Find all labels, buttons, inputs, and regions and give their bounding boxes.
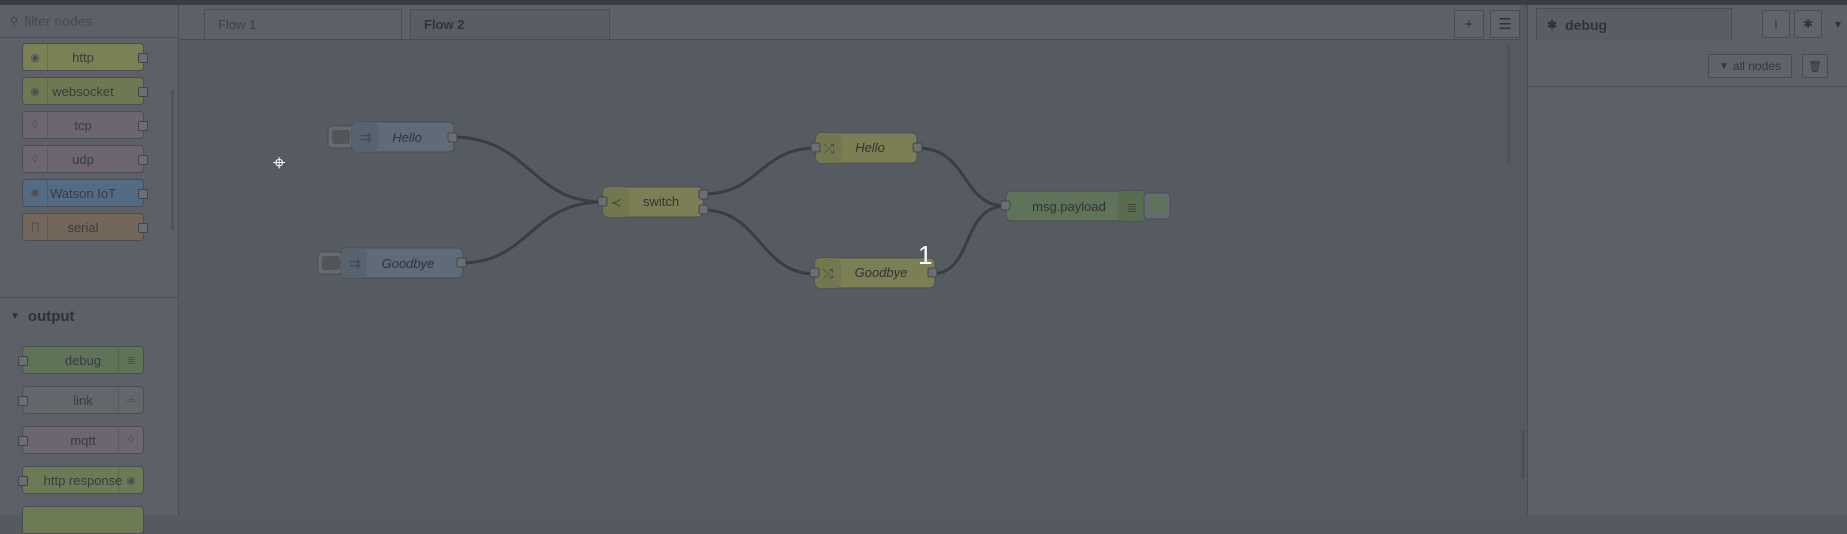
debug-node-msg-payload[interactable]: msg.payload ≣ <box>1000 190 1171 222</box>
sidebar-menu-button[interactable]: ▾ <box>1824 10 1847 38</box>
wire <box>702 208 816 276</box>
node-label: Goodbye <box>855 265 908 280</box>
inject-node-hello[interactable]: ⇉ Hello <box>327 121 458 153</box>
canvas-scrollbar[interactable] <box>1507 45 1511 165</box>
filter-all-nodes-button[interactable]: ▼ all nodes <box>1708 54 1792 78</box>
shuffle-icon: ⤮ <box>824 142 835 157</box>
info-icon: i <box>1774 17 1778 31</box>
node-label: Hello <box>855 140 885 155</box>
list-icon: ≣ <box>1127 201 1138 216</box>
sidebar-splitter[interactable] <box>1521 430 1525 478</box>
inject-node-goodbye[interactable]: ⇉ Goodbye <box>317 247 467 279</box>
change-node-hello[interactable]: ⤮ Hello <box>810 132 923 164</box>
debug-tab-button[interactable]: ✱ <box>1794 10 1822 38</box>
clear-debug-button[interactable]: 🗑 <box>1802 54 1828 78</box>
crosshair-cursor-icon: ⌖ <box>273 150 286 175</box>
node-label: switch <box>643 194 679 209</box>
wire <box>451 135 604 204</box>
info-tab-button[interactable]: i <box>1762 10 1790 38</box>
node-label: Goodbye <box>382 256 435 271</box>
sidebar-tab-label: debug <box>1565 16 1608 33</box>
wire <box>702 146 817 196</box>
switch-icon: ≺ <box>611 196 622 211</box>
sidebar: ✱ debug i ✱ ▾ ▼ all nodes 🗑 <box>1527 5 1847 515</box>
node-label: msg.payload <box>1032 199 1106 214</box>
filter-icon: ▼ <box>1719 60 1729 72</box>
filter-label: all nodes <box>1732 59 1781 73</box>
switch-node[interactable]: ≺ switch <box>597 186 709 218</box>
debug-toolbar: ▼ all nodes 🗑 <box>1528 46 1847 87</box>
wire <box>916 146 1007 208</box>
annotation-badge: 1 <box>918 240 933 270</box>
chevron-down-icon: ▾ <box>1834 17 1842 31</box>
bug-icon: ✱ <box>1802 17 1814 31</box>
bug-icon: ✱ <box>1547 17 1558 32</box>
shuffle-icon: ⤮ <box>823 267 834 282</box>
arrow-in-icon: ⇉ <box>349 256 361 272</box>
tab-debug[interactable]: ✱ debug <box>1536 8 1732 40</box>
trash-icon: 🗑 <box>1808 60 1822 73</box>
wire <box>460 200 604 265</box>
wire <box>930 204 1007 276</box>
node-label: Hello <box>392 130 422 145</box>
arrow-in-icon: ⇉ <box>360 130 372 146</box>
